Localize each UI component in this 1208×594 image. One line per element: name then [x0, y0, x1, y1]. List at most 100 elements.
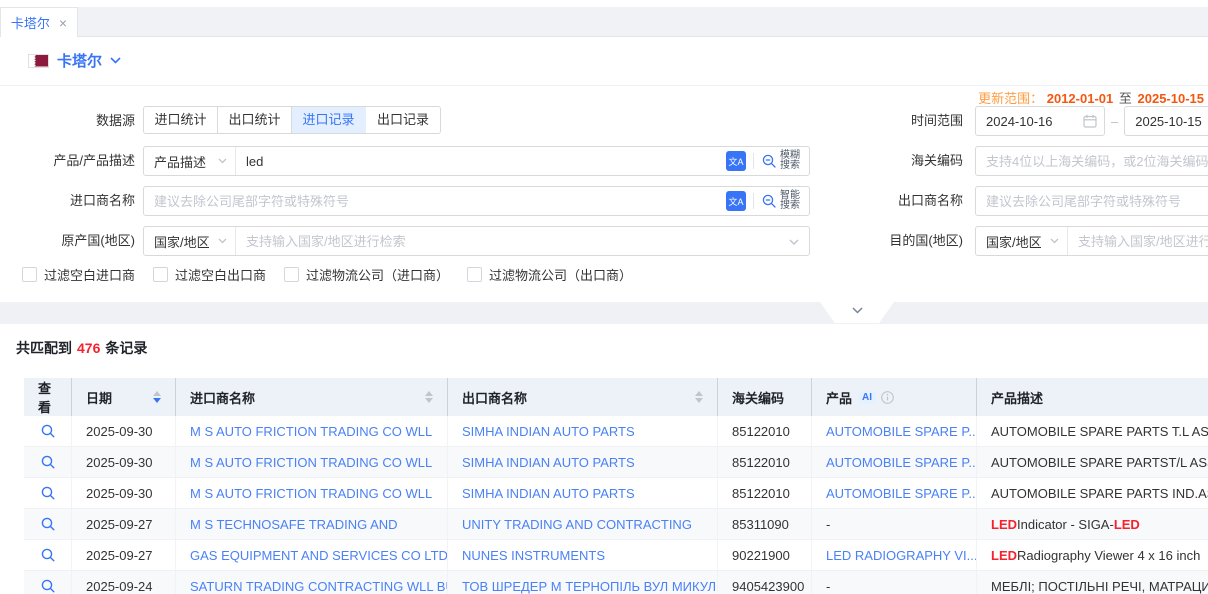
divider — [0, 85, 1208, 86]
description-cell: LED Radiography Viewer 4 x 16 inch — [977, 540, 1208, 570]
chevron-down-icon[interactable] — [789, 239, 799, 246]
description-text: AUTOMOBILE SPARE PARTS T.L ASSY ... — [991, 424, 1208, 439]
description-cell: AUTOMOBILE SPARE PARTST/L ASSY ... — [977, 447, 1208, 477]
view-record-button[interactable] — [40, 578, 56, 594]
importer-search-input[interactable] — [144, 188, 726, 214]
country-header: 卡塔尔 — [28, 50, 121, 71]
hs-code-cell: 90221900 — [718, 540, 812, 570]
date-cell: 2025-09-27 — [72, 509, 176, 539]
filter-checkbox-4[interactable]: 过滤物流公司（出口商） — [467, 265, 632, 284]
column-header-3[interactable]: 进口商名称 — [176, 378, 448, 416]
datasource-option-2[interactable]: 出口统计 — [218, 107, 292, 133]
importer-cell: M S AUTO FRICTION TRADING CO WLL — [176, 478, 448, 508]
table-row: 2025-09-30 M S AUTO FRICTION TRADING CO W… — [24, 478, 1208, 509]
tab-qatar[interactable]: 卡塔尔 × — [0, 7, 78, 37]
product-link[interactable]: AUTOMOBILE SPARE P... — [826, 424, 977, 439]
exporter-search-input[interactable] — [975, 186, 1208, 216]
sort-desc-icon — [695, 398, 703, 403]
origin-country-select[interactable]: 国家/地区 — [144, 227, 236, 255]
column-header-2[interactable]: 日期 — [72, 378, 176, 416]
exporter-link[interactable]: ТОВ ШРЕДЕР М ТЕРНОПІЛЬ ВУЛ МИКУЛИ... — [462, 579, 718, 594]
chevron-down-icon[interactable] — [110, 57, 121, 64]
datasource-option-4[interactable]: 出口记录 — [366, 107, 440, 133]
view-cell — [24, 447, 72, 477]
column-label: 查看 — [38, 378, 57, 416]
origin-country-input[interactable] — [236, 228, 789, 254]
product-search-input[interactable] — [236, 148, 726, 174]
exporter-link[interactable]: NUNES INSTRUMENTS — [462, 548, 605, 563]
translate-icon[interactable]: 文A — [726, 151, 746, 171]
destination-country-select[interactable]: 国家/地区 — [976, 227, 1068, 255]
table-header-row: 查看日期进口商名称出口商名称海关编码产品AI产品描述 — [24, 378, 1208, 416]
product-type-select[interactable]: 产品描述 — [144, 147, 236, 175]
importer-link[interactable]: M S TECHNOSAFE TRADING AND — [190, 517, 398, 532]
datasource-option-3[interactable]: 进口记录 — [292, 107, 366, 133]
close-icon[interactable]: × — [59, 16, 67, 30]
sort-button[interactable] — [695, 391, 703, 403]
importer-link[interactable]: GAS EQUIPMENT AND SERVICES CO LTD — [190, 548, 448, 563]
datasource-option-1[interactable]: 进口统计 — [144, 107, 218, 133]
checkbox-icon[interactable] — [467, 267, 482, 282]
filter-checkbox-3[interactable]: 过滤物流公司（进口商） — [284, 265, 449, 284]
exporter-link[interactable]: UNITY TRADING AND CONTRACTING — [462, 517, 692, 532]
importer-link[interactable]: M S AUTO FRICTION TRADING CO WLL — [190, 486, 432, 501]
match-suffix: 条记录 — [105, 340, 147, 356]
importer-link[interactable]: SATURN TRADING CONTRACTING WLL BUI... — [190, 579, 448, 594]
info-icon[interactable] — [881, 391, 894, 404]
checkbox-icon[interactable] — [22, 267, 37, 282]
update-range: 更新范围： 2012-01-01 至 2025-10-15 — [978, 88, 1204, 107]
end-date-input[interactable] — [1124, 106, 1208, 136]
importer-cell: M S AUTO FRICTION TRADING CO WLL — [176, 447, 448, 477]
exporter-link[interactable]: SIMHA INDIAN AUTO PARTS — [462, 424, 635, 439]
fuzzy-search-button[interactable]: 模糊搜索 — [761, 151, 800, 171]
filter-checkbox-row: 过滤空白进口商过滤空白出口商过滤物流公司（进口商） 过滤物流公司（出口商） — [22, 265, 632, 284]
column-label: 海关编码 — [732, 388, 784, 407]
divider — [753, 153, 754, 169]
importer-link[interactable]: M S AUTO FRICTION TRADING CO WLL — [190, 455, 432, 470]
exporter-link[interactable]: SIMHA INDIAN AUTO PARTS — [462, 486, 635, 501]
checkbox-icon[interactable] — [284, 267, 299, 282]
product-link[interactable]: LED RADIOGRAPHY VI... — [826, 548, 977, 563]
sort-button[interactable] — [425, 391, 433, 403]
product-link[interactable]: AUTOMOBILE SPARE P... — [826, 486, 977, 501]
date-cell: 2025-09-30 — [72, 416, 176, 446]
exporter-link[interactable]: SIMHA INDIAN AUTO PARTS — [462, 455, 635, 470]
importer-link[interactable]: M S AUTO FRICTION TRADING CO WLL — [190, 424, 432, 439]
table-row: 2025-09-27 GAS EQUIPMENT AND SERVICES CO … — [24, 540, 1208, 571]
chevron-down-icon — [852, 307, 863, 314]
hs-code-input[interactable] — [975, 146, 1208, 176]
date-cell: 2025-09-30 — [72, 478, 176, 508]
view-record-button[interactable] — [40, 454, 56, 470]
checkbox-label: 过滤空白进口商 — [44, 265, 135, 284]
collapse-filters-button[interactable] — [820, 302, 894, 323]
view-record-button[interactable] — [40, 423, 56, 439]
product-link[interactable]: AUTOMOBILE SPARE P... — [826, 455, 977, 470]
filter-checkbox-1[interactable]: 过滤空白进口商 — [22, 265, 135, 284]
product-type-value: 产品描述 — [154, 152, 206, 171]
zoom-out-search-icon — [761, 193, 777, 209]
table-row: 2025-09-27 M S TECHNOSAFE TRADING AND UNIT… — [24, 509, 1208, 540]
filter-checkbox-2[interactable]: 过滤空白出口商 — [153, 265, 266, 284]
translate-icon[interactable]: 文A — [726, 191, 746, 211]
exporter-cell: ТОВ ШРЕДЕР М ТЕРНОПІЛЬ ВУЛ МИКУЛИ... — [448, 571, 718, 594]
column-label: 产品 — [826, 388, 852, 407]
product-cell: - — [812, 509, 977, 539]
view-record-button[interactable] — [40, 485, 56, 501]
importer-cell: SATURN TRADING CONTRACTING WLL BUI... — [176, 571, 448, 594]
destination-country-input[interactable] — [1068, 228, 1208, 254]
date-cell: 2025-09-27 — [72, 540, 176, 570]
qatar-flag-icon — [28, 54, 49, 68]
view-record-button[interactable] — [40, 516, 56, 532]
table-body: 2025-09-30 M S AUTO FRICTION TRADING CO W… — [24, 416, 1208, 594]
view-record-button[interactable] — [40, 547, 56, 563]
chevron-down-icon — [218, 238, 227, 244]
exporter-cell: NUNES INSTRUMENTS — [448, 540, 718, 570]
sort-button[interactable] — [153, 391, 161, 403]
view-cell — [24, 509, 72, 539]
column-header-4[interactable]: 出口商名称 — [448, 378, 718, 416]
checkbox-icon[interactable] — [153, 267, 168, 282]
checkbox-label: 过滤物流公司（出口商） — [489, 265, 632, 284]
divider — [753, 193, 754, 209]
calendar-icon[interactable] — [1083, 114, 1097, 128]
smart-search-button[interactable]: 智能搜索 — [761, 191, 800, 211]
